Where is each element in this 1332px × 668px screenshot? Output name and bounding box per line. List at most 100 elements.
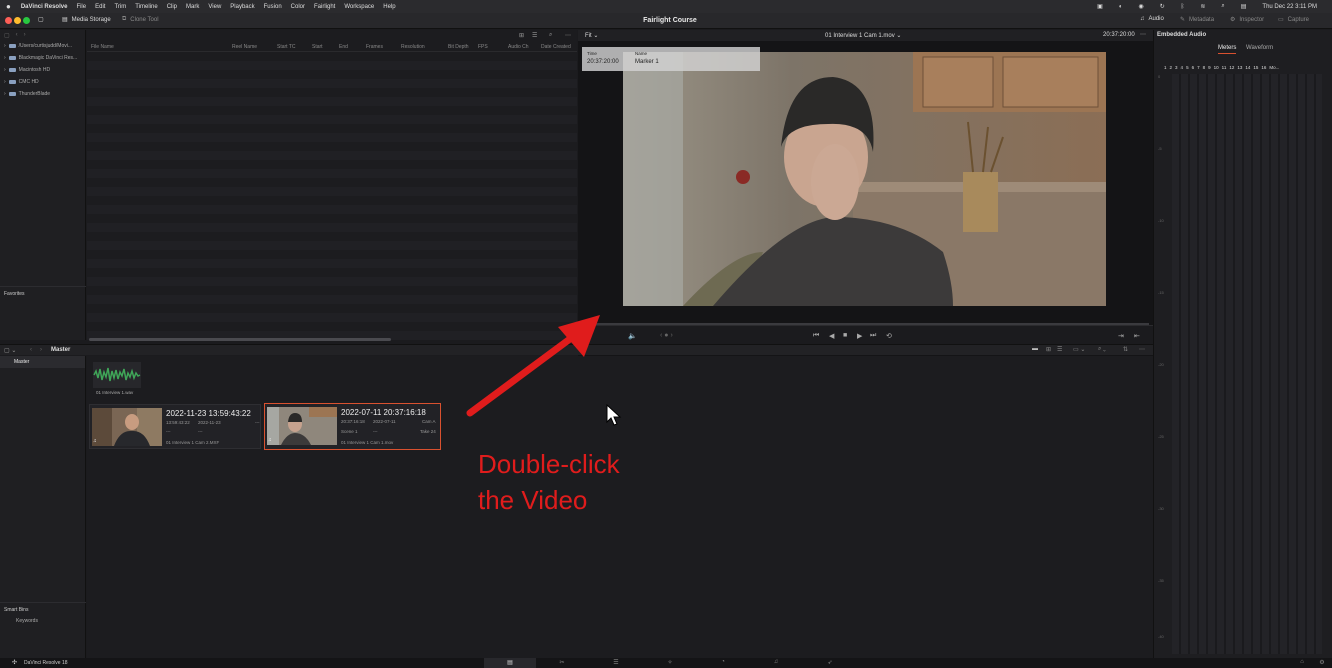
audio-tab[interactable]: ♫ Audio <box>1140 16 1164 22</box>
menu-clock[interactable]: Thu Dec 22 3:11 PM <box>1262 4 1317 10</box>
col-reel-name[interactable]: Reel Name <box>232 44 257 50</box>
col-fps[interactable]: FPS <box>478 44 488 50</box>
search-icon[interactable]: ⌕ ⌄ <box>1098 346 1106 353</box>
metadata-tab[interactable]: ✎ Metadata <box>1180 16 1214 24</box>
speaker-icon[interactable]: 🔈 <box>628 332 637 340</box>
eye-icon[interactable]: ◉ <box>1138 3 1143 10</box>
clone-tool-tab[interactable]: ⧉ Clone Tool <box>122 16 159 23</box>
sidebar-toggle-icon[interactable]: ▢ ⌄ <box>4 347 16 354</box>
bin-item-master[interactable]: Master <box>0 356 85 368</box>
menu-file[interactable]: File <box>76 4 86 10</box>
grid-view-icon[interactable]: ⊞ <box>519 32 524 39</box>
col-date-created[interactable]: Date Created <box>541 44 571 50</box>
marker-overlay[interactable]: Time 20:37:20:00 Name Marker 1 <box>582 47 760 71</box>
menu-clip[interactable]: Clip <box>167 4 177 10</box>
inspector-tab[interactable]: ⚙ Inspector <box>1230 16 1264 24</box>
menu-edit[interactable]: Edit <box>95 4 105 10</box>
col-start[interactable]: Start <box>312 44 323 50</box>
storage-location-item[interactable]: › /Users/curtisjudd/Movi... <box>0 40 85 52</box>
tab-waveform[interactable]: Waveform <box>1246 45 1273 51</box>
cut-page-icon[interactable]: ✂ <box>556 659 568 667</box>
forward-icon[interactable]: › <box>24 32 26 38</box>
menu-app-name[interactable]: DaVinci Resolve <box>21 4 68 10</box>
col-start-tc[interactable]: Start TC <box>277 44 296 50</box>
menu-timeline[interactable]: Timeline <box>135 4 157 10</box>
zoom-dropdown[interactable]: Fit ⌄ <box>585 32 598 39</box>
skip-to-end-icon[interactable]: ⏭ <box>870 332 876 340</box>
audio-clip[interactable] <box>93 362 141 388</box>
loop-icon[interactable]: ⟲ <box>886 332 892 340</box>
storage-location-item[interactable]: › Blackmagic DaVinci Res... <box>0 52 85 64</box>
mark-in-icon[interactable]: ⇥ <box>1118 332 1124 340</box>
menu-workspace[interactable]: Workspace <box>344 4 374 10</box>
bin-breadcrumb[interactable]: Master <box>51 347 70 353</box>
video-clip-cam1[interactable]: ♫ 2022-07-11 20:37:16:18 20:37:16:18 202… <box>264 403 441 450</box>
thumbnail-view-icon[interactable]: ▬ <box>1032 346 1038 352</box>
sidebar-toggle-icon[interactable]: ▢ <box>4 32 10 39</box>
menu-playback[interactable]: Playback <box>230 4 254 10</box>
search-icon[interactable]: ⌕ <box>1221 3 1224 10</box>
col-frames[interactable]: Frames <box>366 44 383 50</box>
screen-record-icon[interactable]: ▣ <box>1097 3 1103 10</box>
forward-icon[interactable]: › <box>40 347 42 353</box>
more-options-icon[interactable]: ⋯ <box>1139 346 1145 353</box>
list-view-icon[interactable]: ☰ <box>532 32 537 39</box>
zoom-window-button[interactable] <box>23 17 30 24</box>
home-icon[interactable]: ⌂ <box>1296 659 1308 667</box>
more-options-icon[interactable]: ⋯ <box>1140 31 1146 38</box>
list-view-icon[interactable]: ☰ <box>1057 346 1062 353</box>
menu-fairlight[interactable]: Fairlight <box>314 4 335 10</box>
tab-meters[interactable]: Meters <box>1218 45 1237 54</box>
play-reverse-icon[interactable]: ◀ <box>829 332 834 340</box>
video-clip-cam2[interactable]: ♫ 2022-11-23 13:59:43:22 13:59:43:22 202… <box>89 404 261 449</box>
clip-size-icon[interactable]: ▭ ⌄ <box>1073 346 1085 353</box>
smart-bin-keywords[interactable]: Keywords <box>16 618 38 624</box>
close-window-button[interactable] <box>5 17 12 24</box>
media-storage-tab[interactable]: ▤ Media Storage <box>62 16 111 24</box>
col-audio-ch[interactable]: Audio Ch <box>508 44 529 50</box>
color-page-icon[interactable]: ◔ <box>717 659 729 667</box>
storage-location-item[interactable]: › CMC HD <box>0 76 85 88</box>
wifi-icon[interactable]: ≋ <box>1200 3 1205 10</box>
viewer-clip-name[interactable]: 01 Interview 1 Cam 1.mov ⌄ <box>825 32 901 39</box>
fairlight-page-icon[interactable]: ♫ <box>770 659 782 667</box>
storage-location-item[interactable]: › Macintosh HD <box>0 64 85 76</box>
menu-help[interactable]: Help <box>383 4 395 10</box>
col-end[interactable]: End <box>339 44 348 50</box>
fusion-page-icon[interactable]: ✧ <box>664 659 676 667</box>
back-icon[interactable]: ‹ <box>30 347 32 353</box>
skip-to-start-icon[interactable]: ⏮ <box>813 332 819 340</box>
search-icon[interactable]: ⌕ <box>549 32 552 39</box>
col-file-name[interactable]: File Name <box>91 44 114 50</box>
apple-icon[interactable]: ● <box>6 2 11 11</box>
col-bit-depth[interactable]: Bit Depth <box>448 44 469 50</box>
stop-icon[interactable]: ■ <box>843 332 847 339</box>
deliver-page-icon[interactable]: ➶ <box>824 659 836 667</box>
horizontal-scrollbar[interactable] <box>89 338 391 341</box>
bluetooth-icon[interactable]: ᛒ <box>1181 4 1185 10</box>
mark-out-icon[interactable]: ⇤ <box>1134 332 1140 340</box>
play-icon[interactable]: ▶ <box>857 332 862 340</box>
more-options-icon[interactable]: ⋯ <box>565 32 571 39</box>
media-page-icon[interactable]: ▤ <box>504 659 516 667</box>
back-icon[interactable]: ‹ <box>16 32 18 38</box>
col-resolution[interactable]: Resolution <box>401 44 425 50</box>
menu-fusion[interactable]: Fusion <box>264 4 282 10</box>
sort-icon[interactable]: ⇅ <box>1123 346 1128 353</box>
scrubber-bar[interactable] <box>584 323 1149 325</box>
sync-icon[interactable]: ↻ <box>1160 3 1165 10</box>
menu-color[interactable]: Color <box>291 4 305 10</box>
settings-gear-icon[interactable]: ⚙ <box>1316 659 1328 667</box>
menu-trim[interactable]: Trim <box>114 4 126 10</box>
storage-location-item[interactable]: › ThunderBlade <box>0 88 85 100</box>
video-frame[interactable] <box>623 52 1106 306</box>
edit-page-icon[interactable]: ☰ <box>610 659 622 667</box>
grid-view-icon[interactable]: ⊞ <box>1046 346 1051 353</box>
menu-view[interactable]: View <box>208 4 221 10</box>
status-icon[interactable]: ◐ <box>1119 4 1123 10</box>
minimize-window-button[interactable] <box>14 17 21 24</box>
control-center-icon[interactable]: ▤ <box>1241 3 1247 10</box>
menu-mark[interactable]: Mark <box>186 4 199 10</box>
jog-control-icon[interactable]: ‹ ● › <box>660 332 673 339</box>
panel-toggle-icon[interactable]: ▢ <box>38 16 44 23</box>
